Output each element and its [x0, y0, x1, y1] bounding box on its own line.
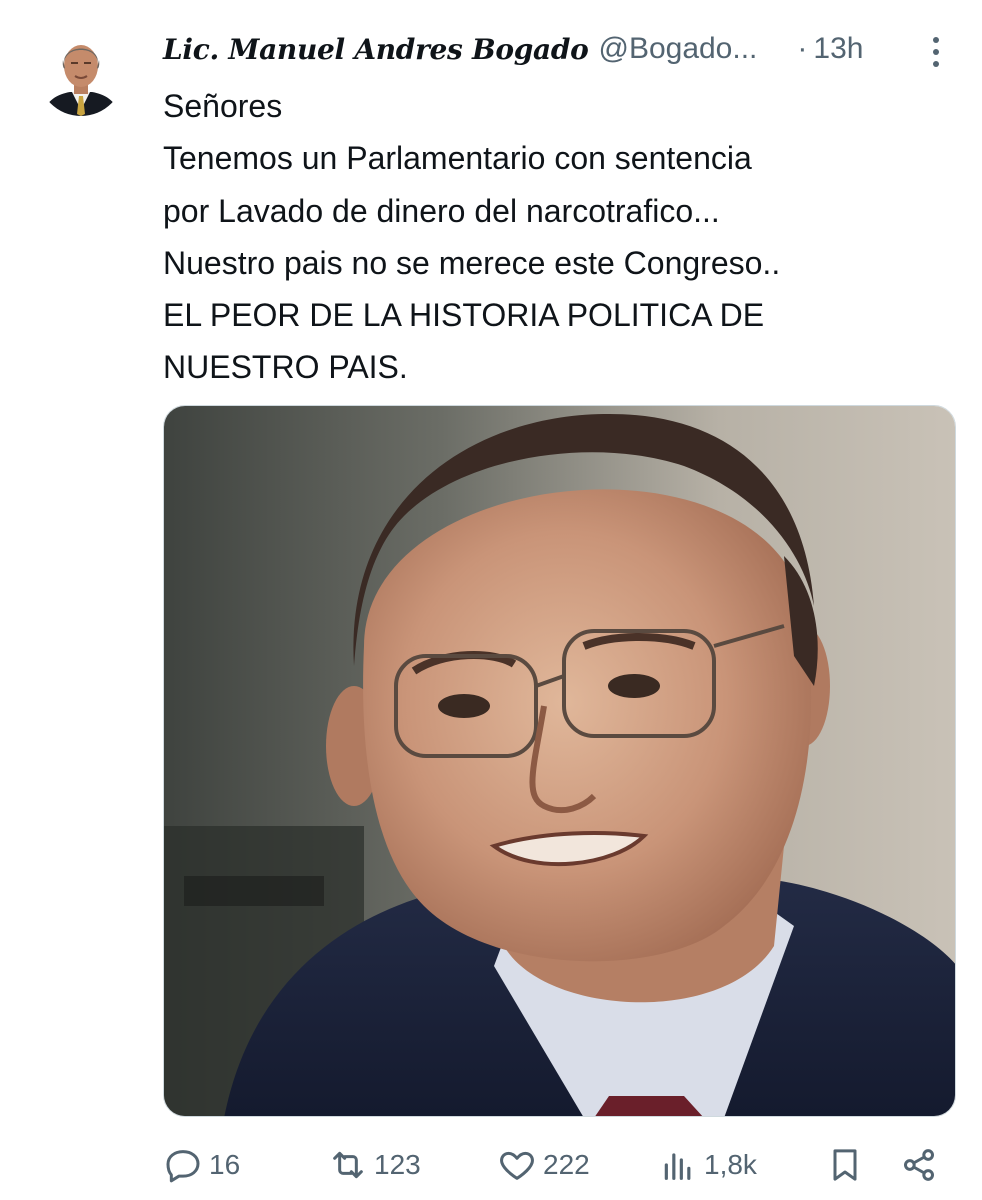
like-count: 222	[543, 1149, 590, 1180]
avatar[interactable]	[38, 30, 124, 116]
reply-button[interactable]: 16	[163, 1140, 240, 1190]
retweet-count: 123	[374, 1149, 421, 1180]
views-count: 1,8k	[704, 1149, 757, 1180]
separator-dot: ·	[797, 32, 808, 65]
tweet-timestamp[interactable]: 13h	[813, 32, 863, 66]
retweet-icon	[333, 1151, 363, 1179]
tweet-text-line: EL PEOR DE LA HISTORIA POLITICA DE	[163, 297, 765, 334]
share-icon	[904, 1149, 934, 1181]
tweet-media-photo[interactable]	[163, 405, 956, 1117]
views-button[interactable]: 1,8k	[658, 1140, 757, 1190]
photo-of-man	[164, 406, 955, 1116]
more-vertical-icon	[933, 37, 939, 67]
profile-photo	[38, 30, 124, 116]
tweet-text-line: Nuestro pais no se merece este Congreso.…	[163, 244, 781, 281]
tweet-header: Lic. Manuel Andres Bogado @Bogado... · 1…	[163, 24, 953, 74]
author-display-name[interactable]: Lic. Manuel Andres Bogado	[163, 33, 589, 66]
tweet-text-line: por Lavado de dinero del narcotrafico...	[163, 192, 720, 229]
tweet-text-line: NUESTRO PAIS.	[163, 349, 408, 386]
tweet-text-line: Tenemos un Parlamentario con sentencia	[163, 140, 752, 177]
like-button[interactable]: 222	[497, 1140, 590, 1190]
tweet: Lic. Manuel Andres Bogado @Bogado... · 1…	[0, 0, 982, 1200]
retweet-button[interactable]: 123	[328, 1140, 421, 1190]
reply-icon	[166, 1150, 200, 1183]
bookmark-button[interactable]	[825, 1140, 865, 1190]
more-options-button[interactable]	[924, 32, 948, 72]
bookmark-icon	[833, 1149, 857, 1181]
tweet-action-bar: 16 123 222 1,8k	[163, 1140, 953, 1190]
author-handle[interactable]: @Bogado...	[598, 32, 757, 66]
tweet-text: Señores Tenemos un Parlamentario con sen…	[163, 80, 953, 394]
tweet-text-line: Señores	[163, 88, 283, 124]
analytics-icon	[664, 1153, 691, 1180]
share-button[interactable]	[899, 1140, 939, 1190]
reply-count: 16	[209, 1149, 241, 1180]
heart-icon	[500, 1151, 534, 1180]
